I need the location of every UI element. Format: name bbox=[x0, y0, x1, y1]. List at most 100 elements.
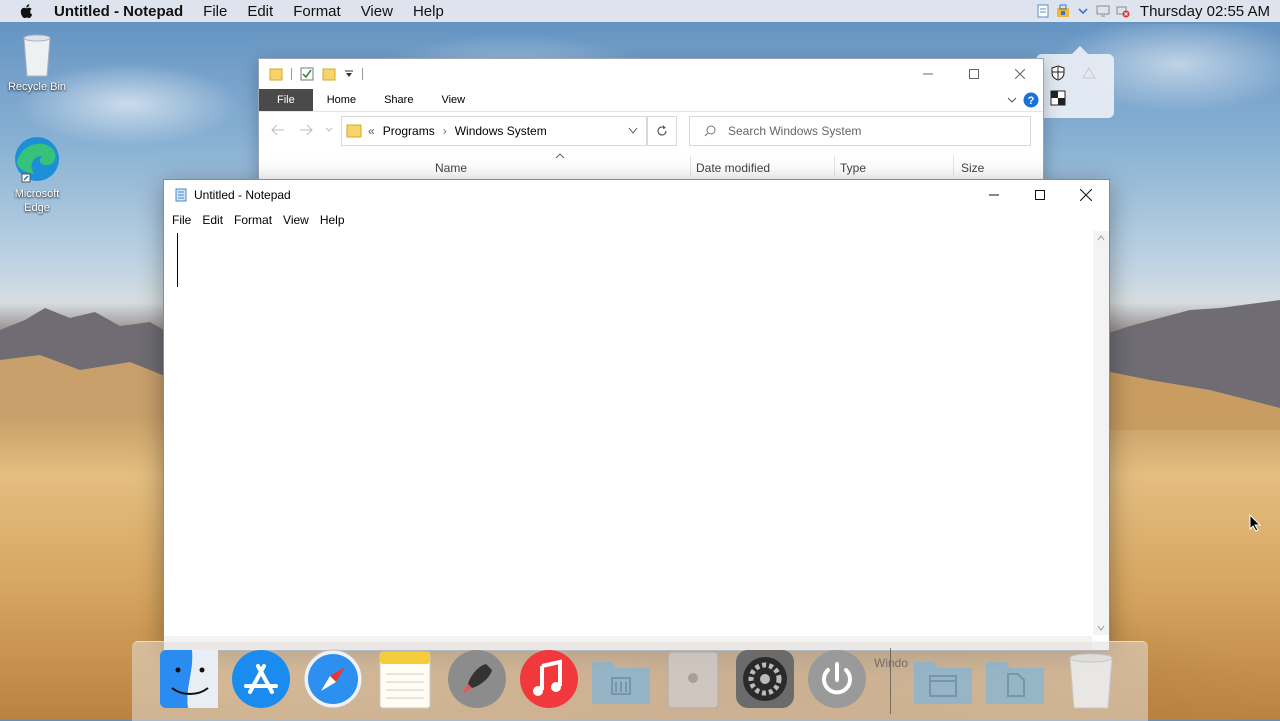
new-folder-icon[interactable] bbox=[322, 67, 336, 81]
applications-folder-icon[interactable] bbox=[590, 648, 652, 710]
file-explorer-window[interactable]: File Home Share View ? « Programs › Wind… bbox=[258, 58, 1044, 190]
refresh-icon bbox=[657, 125, 667, 136]
launchpad-icon[interactable] bbox=[446, 648, 508, 710]
music-icon[interactable] bbox=[518, 648, 580, 710]
forward-arrow-icon[interactable] bbox=[299, 124, 313, 136]
maximize-button[interactable] bbox=[1017, 180, 1063, 210]
store-tray-icon[interactable] bbox=[1056, 4, 1070, 18]
wallpaper-mountains-right bbox=[1100, 300, 1280, 430]
chevron-down-icon[interactable] bbox=[1076, 4, 1090, 18]
trash-icon[interactable] bbox=[1060, 648, 1122, 710]
menubar-clock[interactable]: Thursday 02:55 AM bbox=[1140, 3, 1270, 20]
text-caret bbox=[177, 233, 178, 287]
security-shield-icon[interactable] bbox=[1050, 65, 1066, 81]
explorer-title-bar[interactable] bbox=[259, 59, 1043, 89]
menu-format[interactable]: Format bbox=[234, 213, 272, 227]
menubar-view[interactable]: View bbox=[361, 3, 393, 20]
notepad-title-bar[interactable]: Untitled - Notepad bbox=[164, 180, 1109, 210]
display-tray-icon[interactable] bbox=[1096, 4, 1110, 18]
column-divider[interactable] bbox=[834, 155, 835, 175]
close-button[interactable] bbox=[1063, 180, 1109, 210]
tab-file[interactable]: File bbox=[259, 89, 313, 111]
menubar-file[interactable]: File bbox=[203, 3, 227, 20]
dock-faded-label: Windo bbox=[874, 656, 909, 670]
maximize-icon bbox=[1035, 190, 1045, 200]
recycle-bin-icon bbox=[23, 34, 51, 77]
mac-pro-icon[interactable] bbox=[662, 648, 724, 710]
network-disconnected-icon[interactable] bbox=[1116, 4, 1130, 18]
notepad-text-area[interactable] bbox=[164, 231, 1092, 635]
expand-ribbon-icon[interactable] bbox=[1007, 95, 1017, 105]
documents-folder-icon[interactable] bbox=[984, 648, 1046, 710]
menubar-help[interactable]: Help bbox=[413, 3, 444, 20]
menu-help[interactable]: Help bbox=[320, 213, 345, 227]
notepad-tray-icon[interactable] bbox=[1036, 4, 1050, 18]
minimize-icon bbox=[989, 194, 999, 196]
help-icon[interactable]: ? bbox=[1023, 92, 1039, 108]
column-divider[interactable] bbox=[953, 155, 954, 175]
scroll-up-icon[interactable] bbox=[1097, 235, 1105, 241]
column-divider[interactable] bbox=[690, 155, 691, 175]
menu-view[interactable]: View bbox=[283, 213, 309, 227]
safari-icon[interactable] bbox=[302, 648, 364, 710]
quick-access-toolbar bbox=[269, 67, 363, 81]
minimize-button[interactable] bbox=[905, 59, 951, 89]
app-store-icon[interactable] bbox=[230, 648, 292, 710]
toolbar-divider bbox=[291, 68, 292, 80]
maximize-icon bbox=[969, 69, 979, 79]
notepad-title: Untitled - Notepad bbox=[194, 188, 291, 202]
wallpaper-mountains-left bbox=[0, 308, 170, 420]
desktop-icon-edge[interactable]: Microsoft Edge bbox=[2, 134, 72, 215]
status-tray: Thursday 02:55 AM bbox=[1036, 0, 1270, 22]
tab-view[interactable]: View bbox=[427, 89, 479, 111]
column-size[interactable]: Size bbox=[961, 161, 984, 175]
menu-edit[interactable]: Edit bbox=[202, 213, 223, 227]
close-icon bbox=[1080, 189, 1092, 201]
system-preferences-icon[interactable] bbox=[734, 648, 796, 710]
maximize-button[interactable] bbox=[951, 59, 997, 89]
minimize-button[interactable] bbox=[971, 180, 1017, 210]
menubar-edit[interactable]: Edit bbox=[247, 3, 273, 20]
tab-home[interactable]: Home bbox=[313, 89, 370, 111]
search-icon bbox=[704, 125, 716, 137]
refresh-button[interactable] bbox=[647, 116, 677, 146]
breadcrumb-separator-icon[interactable]: › bbox=[443, 124, 447, 138]
close-button[interactable] bbox=[997, 59, 1043, 89]
search-placeholder[interactable]: Search Windows System bbox=[728, 124, 861, 138]
search-box[interactable]: Search Windows System bbox=[689, 116, 1031, 146]
desktop-icon-recycle-bin[interactable]: Recycle Bin bbox=[2, 32, 72, 93]
dock-separator bbox=[890, 648, 891, 714]
column-date-modified[interactable]: Date modified bbox=[696, 161, 770, 175]
breadcrumb-windows-system[interactable]: Windows System bbox=[455, 124, 547, 138]
properties-check-icon[interactable] bbox=[300, 67, 314, 81]
menubar-format[interactable]: Format bbox=[293, 3, 341, 20]
address-row: « Programs › Windows System Search Windo… bbox=[259, 112, 1043, 150]
vertical-scrollbar[interactable] bbox=[1093, 231, 1109, 635]
scroll-down-icon[interactable] bbox=[1097, 625, 1105, 631]
column-name[interactable]: Name bbox=[435, 161, 467, 175]
explorer-window-controls bbox=[905, 59, 1043, 89]
back-arrow-icon[interactable] bbox=[271, 124, 285, 136]
breadcrumb-programs[interactable]: Programs bbox=[383, 124, 435, 138]
apple-menu-icon[interactable] bbox=[18, 2, 36, 20]
column-type[interactable]: Type bbox=[840, 161, 866, 175]
notes-icon[interactable] bbox=[374, 648, 436, 710]
dock: Windo bbox=[132, 641, 1148, 721]
finder-icon[interactable] bbox=[158, 648, 220, 710]
svg-text:?: ? bbox=[1028, 95, 1035, 107]
address-dropdown-icon[interactable] bbox=[628, 127, 638, 135]
microsoft-edge-icon bbox=[15, 137, 59, 183]
customize-toolbar-dropdown-icon[interactable] bbox=[344, 69, 354, 79]
breadcrumb-overflow[interactable]: « bbox=[368, 124, 375, 138]
active-app-name[interactable]: Untitled - Notepad bbox=[54, 3, 183, 20]
menu-bar: Untitled - Notepad File Edit Format View… bbox=[0, 0, 1280, 22]
tab-share[interactable]: Share bbox=[370, 89, 427, 111]
app-grid-tray-icon[interactable] bbox=[1050, 90, 1066, 106]
menu-file[interactable]: File bbox=[172, 213, 191, 227]
mouse-cursor-icon bbox=[1249, 514, 1261, 532]
address-bar[interactable]: « Programs › Windows System bbox=[341, 116, 647, 146]
window-folder-icon[interactable] bbox=[912, 648, 974, 710]
recent-locations-chevron-icon[interactable] bbox=[325, 127, 333, 133]
power-icon[interactable] bbox=[806, 648, 868, 710]
notepad-window[interactable]: Untitled - Notepad File Edit Format View… bbox=[163, 179, 1110, 651]
